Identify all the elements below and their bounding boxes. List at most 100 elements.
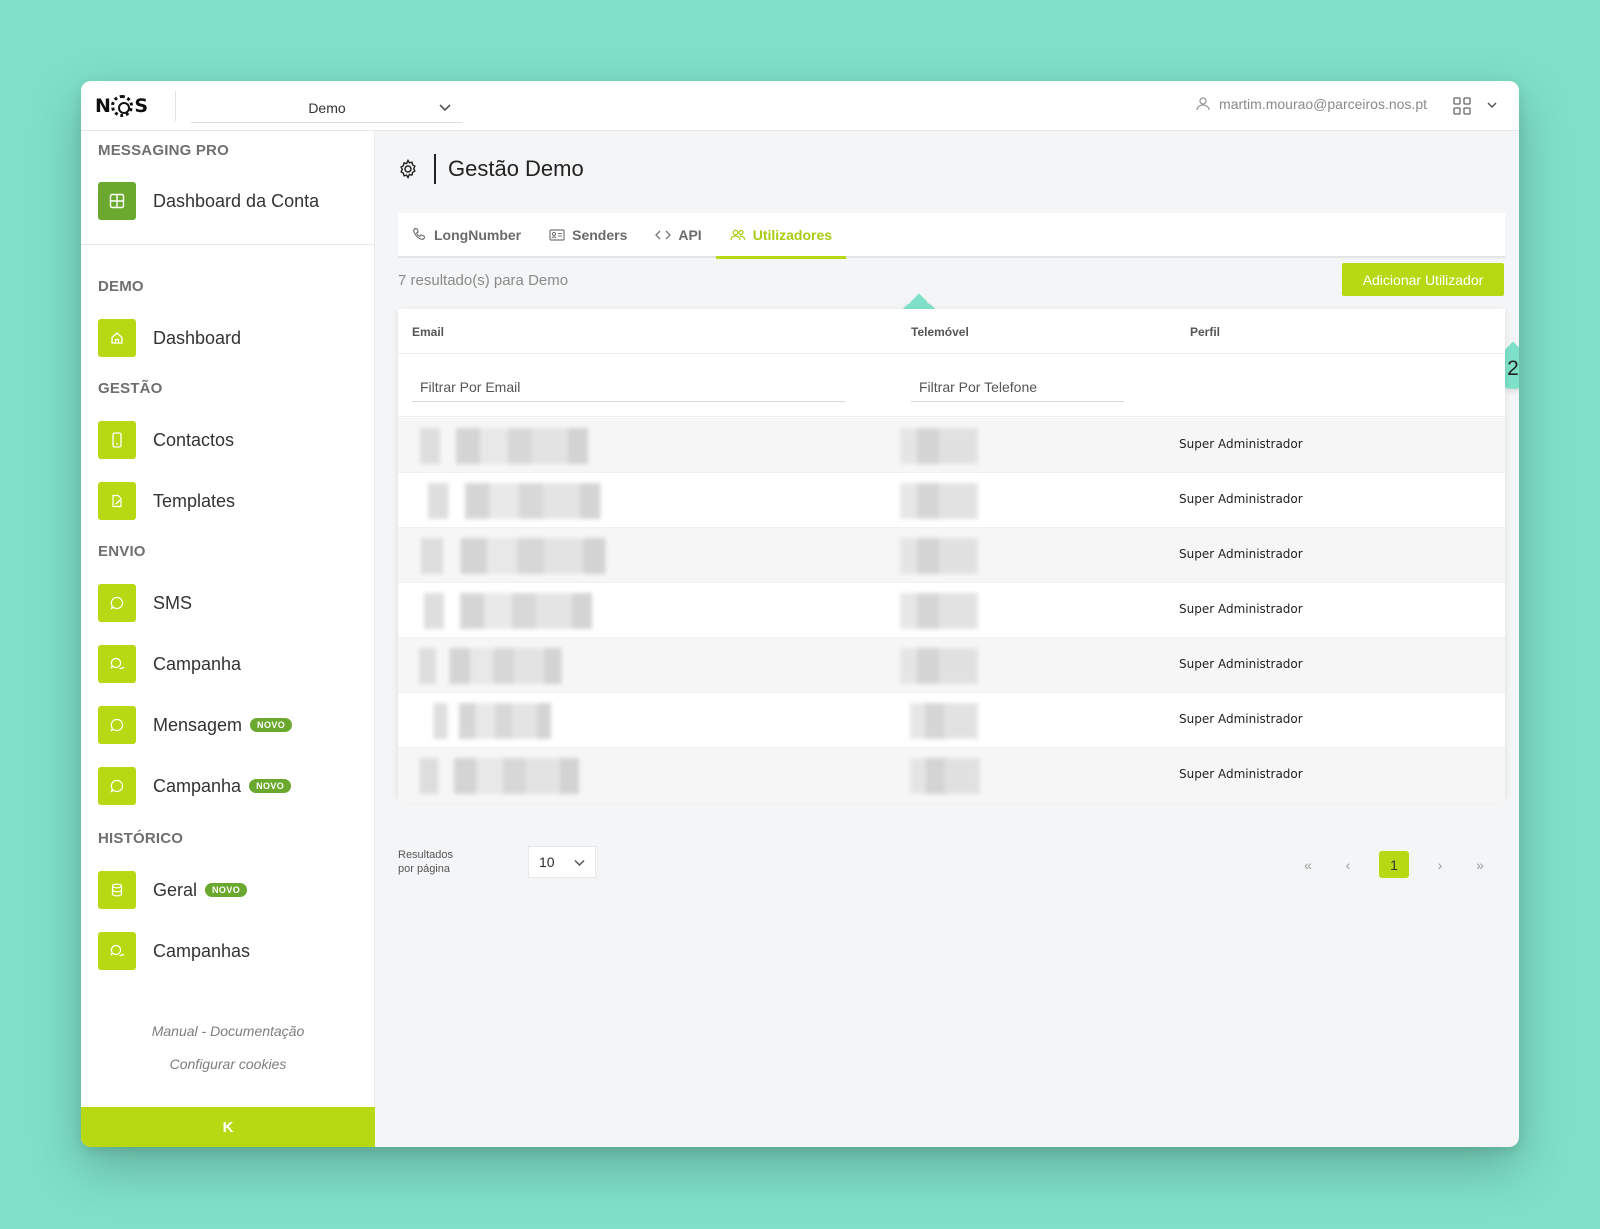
column-header-email[interactable]: Email — [412, 325, 444, 339]
phone-filter-input[interactable] — [911, 372, 1124, 402]
chat-bubble-icon — [98, 767, 136, 805]
blurred-email — [412, 758, 602, 794]
gear-icon — [400, 159, 416, 179]
per-page-select[interactable]: 10 — [528, 846, 596, 878]
new-badge: NOVO — [205, 883, 248, 897]
divider — [81, 244, 375, 245]
table-row[interactable]: Super Administrador — [398, 418, 1505, 473]
sidebar-item-campanha[interactable]: Campanha — [98, 644, 241, 684]
collapse-sidebar-button[interactable]: K — [81, 1107, 375, 1147]
blurred-email — [420, 483, 625, 519]
sidebar-item-campanhas[interactable]: Campanhas — [98, 931, 250, 971]
section-title-envio: ENVIO — [98, 543, 146, 560]
perfil-cell: Super Administrador — [1179, 437, 1303, 451]
nos-logo[interactable]: N S — [95, 92, 148, 120]
column-header-perfil[interactable]: Perfil — [1190, 325, 1220, 339]
edit-document-icon — [98, 482, 136, 520]
per-page-label-line: por página — [398, 863, 450, 875]
blurred-email — [428, 703, 568, 739]
section-title-historico: HISTÓRICO — [98, 830, 184, 847]
user-icon — [1196, 97, 1210, 111]
chat-bubbles-icon — [98, 645, 136, 683]
callout-number: 2 — [1507, 357, 1519, 380]
table-row[interactable]: Super Administrador — [398, 638, 1505, 693]
phone-icon — [412, 227, 426, 241]
sidebar-item-contactos[interactable]: Contactos — [98, 420, 234, 460]
first-page-button[interactable]: « — [1299, 857, 1317, 873]
blurred-email — [416, 593, 616, 629]
sidebar-item-templates[interactable]: Templates — [98, 481, 235, 521]
sidebar-item-label: Geral — [153, 879, 198, 900]
blurred-email — [412, 538, 632, 574]
sidebar-item-label: Campanha — [153, 775, 242, 796]
sidebar-item-label: Templates — [153, 490, 236, 511]
new-badge: NOVO — [249, 779, 292, 793]
sidebar-item-dashboard[interactable]: Dashboard — [98, 318, 241, 358]
chevron-down-icon[interactable] — [1485, 98, 1499, 112]
table-row[interactable]: Super Administrador — [398, 473, 1505, 528]
user-menu[interactable]: martim.mourao@parceiros.nos.pt — [1195, 96, 1427, 112]
tab-bar: LongNumber Senders API Utilizadores — [398, 212, 1505, 259]
pagination: « ‹ 1 › » — [1299, 851, 1489, 878]
last-page-button[interactable]: » — [1471, 857, 1489, 873]
prev-page-button[interactable]: ‹ — [1339, 857, 1357, 873]
page-header: Gestão Demo — [398, 154, 584, 184]
sidebar-item-campanha-novo[interactable]: Campanha NOVO — [98, 766, 292, 806]
sidebar-item-label: Campanhas — [153, 940, 251, 961]
results-count: 7 resultado(s) para Demo — [398, 272, 569, 289]
next-page-button[interactable]: › — [1431, 857, 1449, 873]
account-select[interactable]: Demo — [191, 93, 463, 123]
tab-utilizadores[interactable]: Utilizadores — [715, 212, 847, 259]
sidebar-item-label: Mensagem — [153, 714, 243, 735]
sidebar: MESSAGING PRO Dashboard da Conta DEMO Da… — [81, 131, 375, 1147]
table-row[interactable]: Super Administrador — [398, 583, 1505, 638]
tab-label: Senders — [572, 226, 628, 243]
page-button-current[interactable]: 1 — [1379, 851, 1409, 878]
sidebar-item-sms[interactable]: SMS — [98, 583, 192, 623]
column-header-telemovel[interactable]: Telemóvel — [911, 325, 969, 339]
tab-api[interactable]: API — [641, 212, 715, 257]
chat-bubble-icon — [98, 584, 136, 622]
add-user-button[interactable]: Adicionar Utilizador — [1342, 263, 1504, 296]
users-icon — [730, 229, 746, 240]
logo-ring-icon — [111, 95, 134, 117]
perfil-cell: Super Administrador — [1179, 602, 1303, 616]
tab-longnumber[interactable]: LongNumber — [398, 212, 535, 257]
divider — [434, 154, 436, 184]
code-icon — [655, 230, 672, 239]
top-bar: N S Demo martim.mourao@parceiros.nos.pt — [81, 81, 1519, 131]
sidebar-item-dashboard-conta[interactable]: Dashboard da Conta — [98, 181, 319, 221]
id-card-icon — [549, 228, 565, 241]
tab-label: LongNumber — [434, 226, 522, 243]
perfil-cell: Super Administrador — [1179, 712, 1303, 726]
section-title-messaging-pro: MESSAGING PRO — [98, 142, 229, 159]
new-badge: NOVO — [250, 718, 293, 732]
table-row[interactable]: Super Administrador — [398, 528, 1505, 583]
sidebar-item-label: Campanha — [153, 653, 242, 674]
table-row[interactable]: Super Administrador — [398, 693, 1505, 748]
perfil-cell: Super Administrador — [1179, 657, 1303, 671]
section-title-gestao: GESTÃO — [98, 380, 163, 397]
chevron-down-icon — [439, 104, 451, 112]
divider — [175, 91, 176, 121]
main-content: Gestão Demo LongNumber Senders API Utili… — [375, 131, 1519, 1147]
chat-bubble-icon — [98, 706, 136, 744]
table-row[interactable]: Super Administrador — [398, 748, 1505, 803]
tab-senders[interactable]: Senders — [535, 212, 641, 257]
collapse-icon: K — [222, 1118, 234, 1136]
blurred-phone — [910, 758, 980, 794]
section-title-demo: DEMO — [98, 278, 144, 295]
apps-grid-icon[interactable] — [1453, 97, 1471, 115]
blurred-email — [412, 428, 612, 464]
sidebar-item-label: Dashboard da Conta — [153, 190, 320, 211]
email-filter-input[interactable] — [412, 372, 845, 402]
sidebar-item-mensagem[interactable]: Mensagem NOVO — [98, 705, 293, 745]
user-email: martim.mourao@parceiros.nos.pt — [1219, 96, 1427, 112]
cookies-link[interactable]: Configurar cookies — [81, 1056, 375, 1072]
sidebar-item-geral[interactable]: Geral NOVO — [98, 870, 248, 910]
tab-label: API — [678, 226, 702, 243]
manual-link[interactable]: Manual - Documentação — [81, 1023, 375, 1039]
phone-icon — [98, 421, 136, 459]
account-select-value: Demo — [308, 99, 346, 116]
filter-row — [398, 354, 1505, 417]
